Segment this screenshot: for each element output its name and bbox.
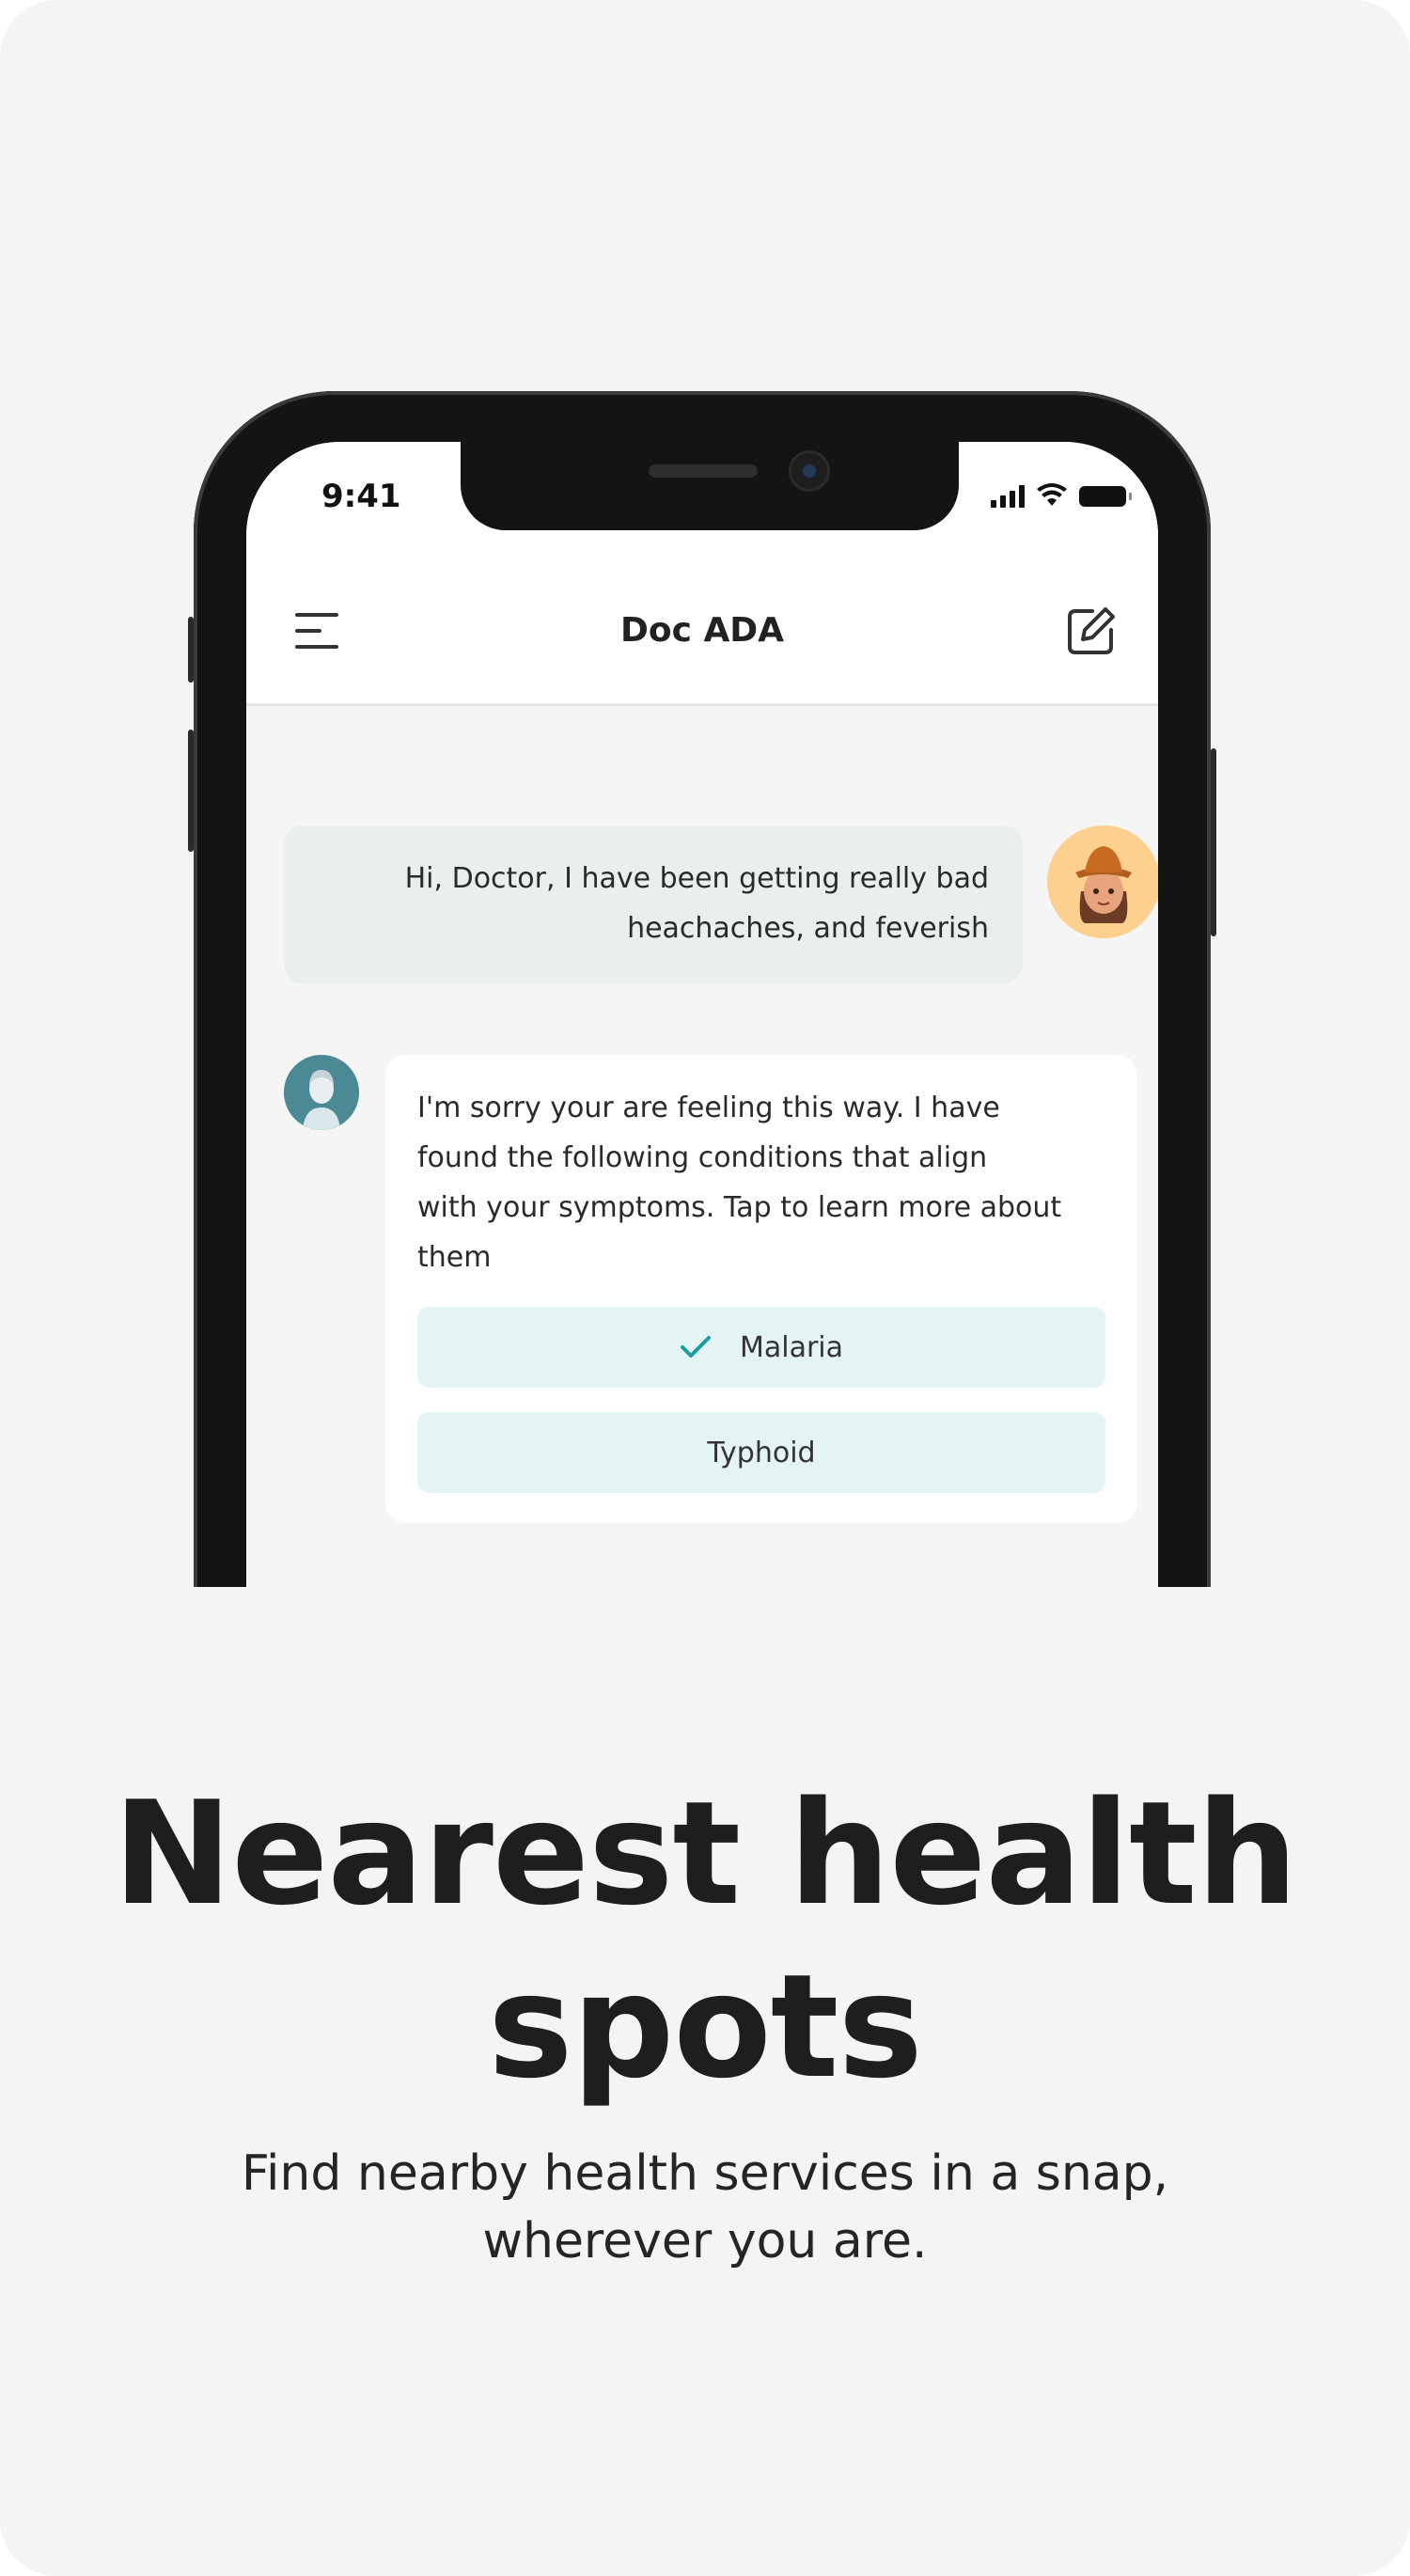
status-icons [991, 483, 1132, 508]
phone-mockup: 9:41 Doc ADA Hi, Doctor, I have been get… [188, 387, 1222, 1587]
phone-side-button [188, 617, 194, 683]
edit-icon[interactable] [1064, 604, 1119, 658]
condition-option-label: Malaria [739, 1330, 844, 1364]
doctor-message-line: with your symptoms. Tap to learn more ab… [417, 1191, 1062, 1224]
doctor-message-line: them [417, 1241, 492, 1274]
condition-option-label: Typhoid [707, 1436, 816, 1469]
battery-icon [1079, 486, 1132, 507]
phone-frame: 9:41 Doc ADA Hi, Doctor, I have been get… [188, 391, 1216, 1587]
onboarding-headline: Nearest health spots [0, 1767, 1410, 2113]
user-message-bubble: Hi, Doctor, I have been getting really b… [284, 825, 1023, 983]
speaker-grille [649, 464, 758, 478]
cellular-signal-icon [991, 485, 1025, 508]
phone-notch [461, 442, 959, 530]
onboarding-card: 9:41 Doc ADA Hi, Doctor, I have been get… [0, 0, 1410, 2576]
doctor-message-bubble: I'm sorry your are feeling this way. I h… [385, 1055, 1137, 1523]
status-time: 9:41 [321, 478, 401, 515]
phone-side-button [1211, 748, 1216, 936]
headline-line: spots [488, 1943, 923, 2110]
user-message-line: heachaches, and feverish [627, 912, 989, 945]
phone-screen: 9:41 Doc ADA Hi, Doctor, I have been get… [246, 442, 1158, 1587]
doctor-ai-avatar-image [284, 1055, 359, 1130]
wifi-icon [1037, 483, 1067, 506]
condition-option-typhoid[interactable]: Typhoid [417, 1412, 1105, 1493]
check-icon [680, 1336, 711, 1358]
user-avatar [1047, 825, 1158, 938]
doctor-message-text: I'm sorry your are feeling this way. I h… [417, 1083, 1105, 1282]
app-header: Doc ADA [246, 560, 1158, 706]
status-bar: 9:41 [246, 442, 1158, 560]
doctor-message-line: I'm sorry your are feeling this way. I h… [417, 1092, 1000, 1124]
headline-line: Nearest health [113, 1770, 1298, 1937]
chat-title: Doc ADA [619, 611, 785, 650]
front-camera [791, 453, 827, 489]
subtitle-line: wherever you are. [482, 2213, 928, 2270]
condition-option-malaria[interactable]: Malaria [417, 1307, 1105, 1388]
doctor-message-line: found the following conditions that alig… [417, 1141, 988, 1174]
subtitle-line: Find nearby health services in a snap, [241, 2145, 1169, 2202]
doctor-ai-avatar [284, 1055, 359, 1130]
onboarding-subtitle: Find nearby health services in a snap, w… [188, 2140, 1222, 2275]
phone-side-button [188, 730, 194, 852]
user-message-line: Hi, Doctor, I have been getting really b… [404, 862, 989, 895]
user-avatar-image [1047, 825, 1158, 938]
